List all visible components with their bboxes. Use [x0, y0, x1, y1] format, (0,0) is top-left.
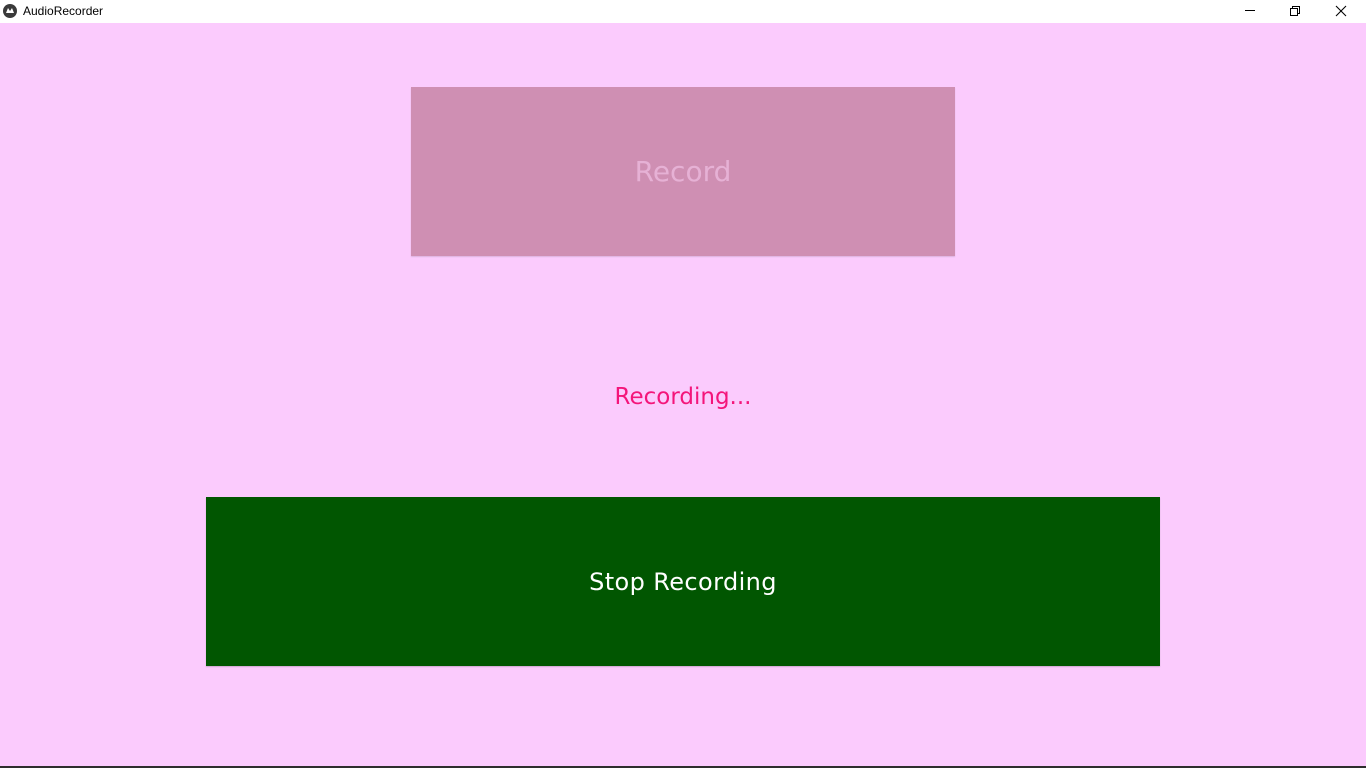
app-canvas: Record Recording... Stop Recording — [0, 23, 1366, 766]
kivy-icon — [3, 4, 17, 18]
close-icon — [1335, 5, 1347, 17]
title-bar[interactable]: AudioRecorder — [0, 0, 1366, 23]
close-button[interactable] — [1318, 0, 1364, 23]
stop-recording-button[interactable]: Stop Recording — [206, 497, 1160, 666]
minimize-button[interactable] — [1227, 0, 1273, 23]
minimize-icon — [1245, 10, 1255, 11]
recording-status-label: Recording... — [614, 384, 752, 410]
restore-button[interactable] — [1272, 0, 1318, 23]
restore-icon — [1290, 6, 1300, 16]
record-button[interactable]: Record — [411, 87, 955, 256]
window-title: AudioRecorder — [23, 4, 104, 18]
